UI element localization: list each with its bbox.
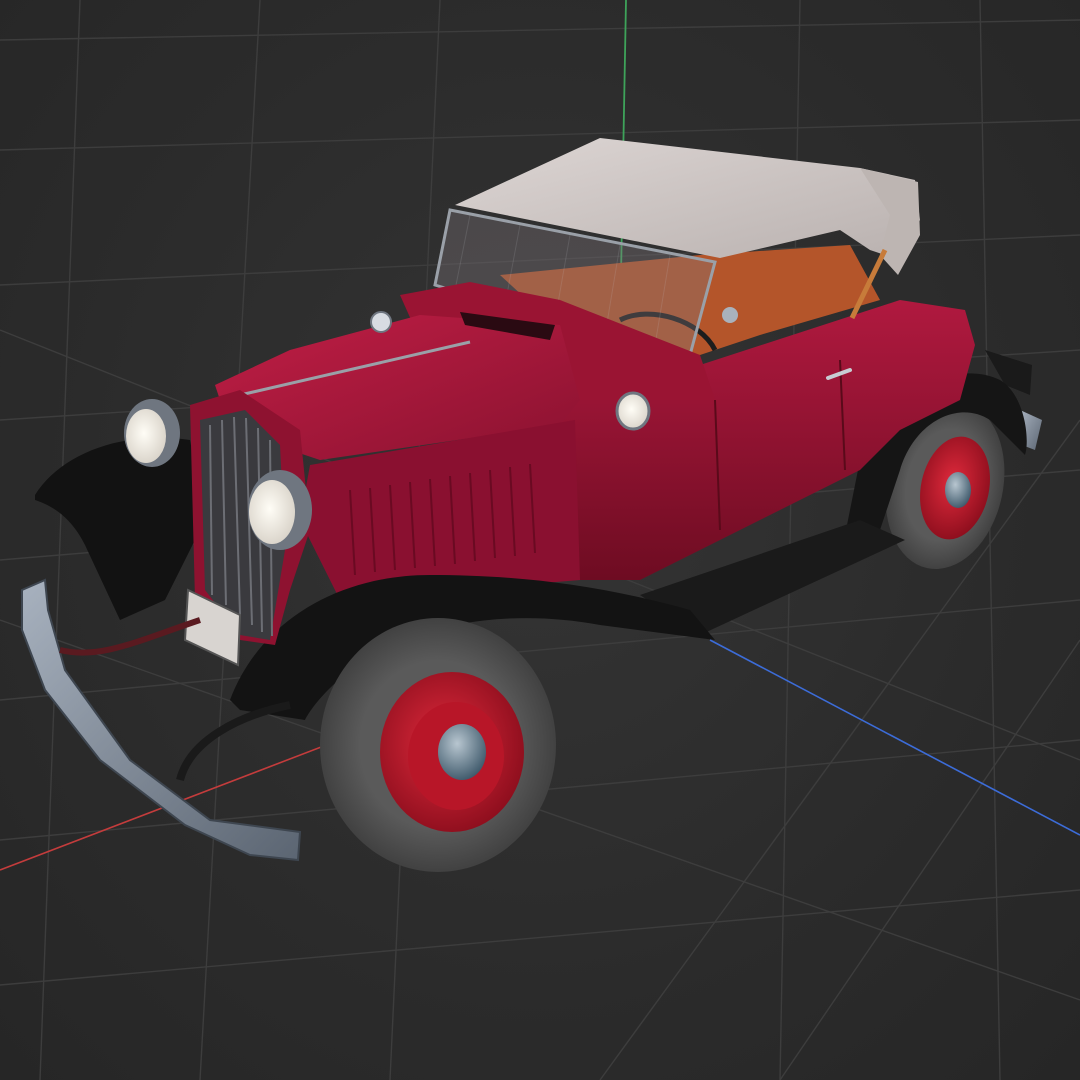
headlight-left[interactable] [124,399,180,467]
car-model[interactable] [21,138,1042,872]
cowl-lamp [615,391,651,431]
3d-viewport[interactable] [0,0,1080,1080]
viewport-canvas[interactable] [0,0,1080,1080]
side-mirror [722,307,738,323]
headlight-right[interactable] [248,470,312,550]
hood-ornament [370,311,392,333]
front-wheel[interactable] [320,618,556,872]
